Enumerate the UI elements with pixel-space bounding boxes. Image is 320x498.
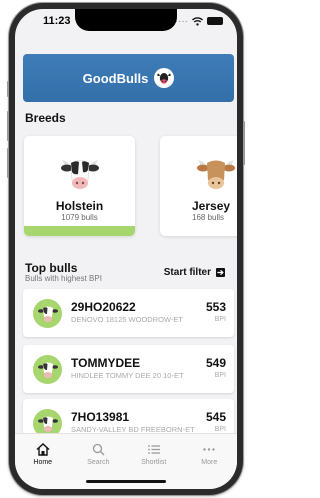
tab-label: Home <box>33 459 53 466</box>
bull-code: 29HO20622 <box>71 300 136 314</box>
status-time: 11:23 <box>43 15 71 27</box>
bull-logo-icon <box>154 68 175 88</box>
power-button <box>243 121 245 165</box>
breed-name: Jersey <box>192 199 231 213</box>
bull-avatar-icon <box>33 299 62 328</box>
bull-avatar-icon <box>33 355 62 384</box>
bull-bpi: 549 <box>205 356 226 370</box>
volume-down-button <box>7 148 9 178</box>
mute-switch <box>7 81 9 97</box>
bull-card[interactable]: TOMMYDEE HINDLEE TOMMY DEE 20 10-ET 549 … <box>23 345 234 393</box>
bull-card[interactable]: 29HO20622 DENOVO 18125 WOODROW-ET 553 BP… <box>23 289 234 337</box>
tab-home[interactable]: Home <box>15 434 71 489</box>
breed-count: 1079 bulls <box>61 213 98 222</box>
breed-selected-bar <box>24 226 135 236</box>
bull-bpi: 553 <box>205 300 226 314</box>
arrow-right-icon: ➔ <box>216 268 225 277</box>
bull-full-name: HINDLEE TOMMY DEE 20 10-ET <box>71 371 184 380</box>
app-header: GoodBulls <box>23 54 234 102</box>
bpi-label: BPI <box>214 372 226 379</box>
wifi-icon <box>192 16 203 26</box>
bull-code: TOMMYDEE <box>71 356 141 370</box>
status-icons: ···· <box>175 16 223 27</box>
bull-bpi: 545 <box>205 410 226 424</box>
app-screen: 11:23 ···· GoodBulls Breeds Holstein 107… <box>15 9 237 489</box>
more-icon <box>203 448 215 451</box>
home-indicator <box>86 480 166 483</box>
breeds-title: Breeds <box>25 111 66 125</box>
app-title: GoodBulls <box>82 70 149 86</box>
tab-label: Search <box>87 459 110 466</box>
search-icon <box>92 443 105 456</box>
battery-icon <box>207 17 223 25</box>
jersey-cow-icon <box>196 160 235 189</box>
holstein-cow-icon <box>60 160 99 189</box>
volume-up-button <box>7 111 9 141</box>
breed-card-jersey[interactable]: Jersey 168 bulls <box>160 136 237 236</box>
breed-name: Holstein <box>55 199 104 213</box>
home-icon <box>36 443 50 456</box>
start-filter-button[interactable]: Start filter ➔ <box>164 267 225 278</box>
breed-card-holstein[interactable]: Holstein 1079 bulls <box>24 136 135 236</box>
bpi-label: BPI <box>214 426 226 433</box>
start-filter-label: Start filter <box>163 267 211 278</box>
breed-count: 168 bulls <box>192 213 225 222</box>
top-bulls-subtitle: Bulls with highest BPI <box>25 274 102 283</box>
tab-label: Shortlist <box>141 459 167 466</box>
top-bulls-title: Top bulls <box>25 261 78 275</box>
tab-bar: Home Search Shortlist More <box>15 433 237 489</box>
tab-label: More <box>201 459 218 466</box>
list-icon <box>147 445 160 454</box>
bull-full-name: DENOVO 18125 WOODROW-ET <box>71 315 183 324</box>
tab-more[interactable]: More <box>182 434 238 489</box>
bull-code: 7HO13981 <box>71 410 130 424</box>
phone-frame: 11:23 ···· GoodBulls Breeds Holstein 107… <box>7 3 245 495</box>
bpi-label: BPI <box>214 316 226 323</box>
notch <box>75 9 177 31</box>
